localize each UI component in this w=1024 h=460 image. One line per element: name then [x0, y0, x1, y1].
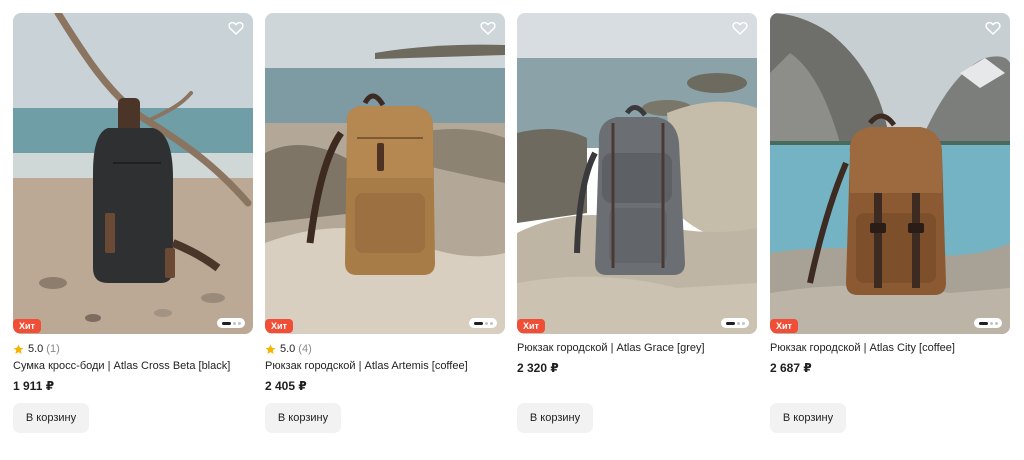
product-title[interactable]: Рюкзак городской | Atlas Grace [grey]	[517, 342, 705, 354]
product-photo-artemis-backpack	[265, 13, 505, 334]
product-photo-city-backpack	[770, 13, 1010, 334]
pager-dot-active	[221, 321, 231, 325]
pager-dot	[994, 321, 998, 325]
pager-dot	[741, 321, 745, 325]
product-price: 2 687 ₽	[770, 361, 812, 375]
rating-score: 5.0	[28, 343, 44, 355]
product-grid: Хит 5.0 (1) Сумка кросс-боди | Atlas Cro…	[0, 0, 1024, 460]
hit-badge: Хит	[770, 319, 798, 333]
pager-dot	[232, 321, 236, 325]
product-image[interactable]: Хит	[265, 13, 505, 334]
product-price: 2 320 ₽	[517, 361, 559, 375]
review-count[interactable]: (4)	[298, 343, 311, 355]
pager-dot-active	[725, 321, 735, 325]
product-card[interactable]: Хит Рюкзак городской | Atlas Grace [grey…	[517, 13, 757, 433]
pager-dot	[489, 321, 493, 325]
rating-score: 5.0	[280, 343, 296, 355]
review-count[interactable]: (1)	[46, 343, 59, 355]
hit-badge: Хит	[265, 319, 293, 333]
heart-outline-icon[interactable]	[985, 20, 1001, 36]
pager-dot	[484, 321, 488, 325]
add-to-cart-button[interactable]: В корзину	[770, 403, 846, 433]
product-card[interactable]: Хит 5.0 (4) Рюкзак городской | Atlas Art…	[265, 13, 505, 433]
product-title[interactable]: Рюкзак городской | Atlas Artemis [coffee…	[265, 360, 468, 372]
product-price: 2 405 ₽	[265, 379, 307, 393]
product-image[interactable]: Хит	[770, 13, 1010, 334]
product-card[interactable]: Хит 5.0 (1) Сумка кросс-боди | Atlas Cro…	[13, 13, 253, 433]
product-title[interactable]: Сумка кросс-боди | Atlas Cross Beta [bla…	[13, 360, 230, 372]
pager-dot-active	[978, 321, 988, 325]
product-photo-grace-backpack	[517, 13, 757, 334]
product-image[interactable]: Хит	[13, 13, 253, 334]
heart-outline-icon[interactable]	[732, 20, 748, 36]
add-to-cart-button[interactable]: В корзину	[265, 403, 341, 433]
image-pager[interactable]	[217, 318, 245, 328]
star-icon	[265, 344, 276, 354]
pager-dot-active	[473, 321, 483, 325]
image-pager[interactable]	[469, 318, 497, 328]
product-title[interactable]: Рюкзак городской | Atlas City [coffee]	[770, 342, 955, 354]
hit-badge: Хит	[517, 319, 545, 333]
product-card[interactable]: Хит Рюкзак городской | Atlas City [coffe…	[770, 13, 1010, 433]
add-to-cart-button[interactable]: В корзину	[13, 403, 89, 433]
product-rating: 5.0 (1)	[13, 342, 60, 356]
product-image[interactable]: Хит	[517, 13, 757, 334]
hit-badge: Хит	[13, 319, 41, 333]
heart-outline-icon[interactable]	[480, 20, 496, 36]
heart-outline-icon[interactable]	[228, 20, 244, 36]
pager-dot	[989, 321, 993, 325]
product-price: 1 911 ₽	[13, 379, 55, 393]
product-rating: 5.0 (4)	[265, 342, 312, 356]
product-photo-sling-bag	[13, 13, 253, 334]
pager-dot	[736, 321, 740, 325]
add-to-cart-button[interactable]: В корзину	[517, 403, 593, 433]
pager-dot	[237, 321, 241, 325]
image-pager[interactable]	[974, 318, 1002, 328]
star-icon	[13, 344, 24, 354]
image-pager[interactable]	[721, 318, 749, 328]
